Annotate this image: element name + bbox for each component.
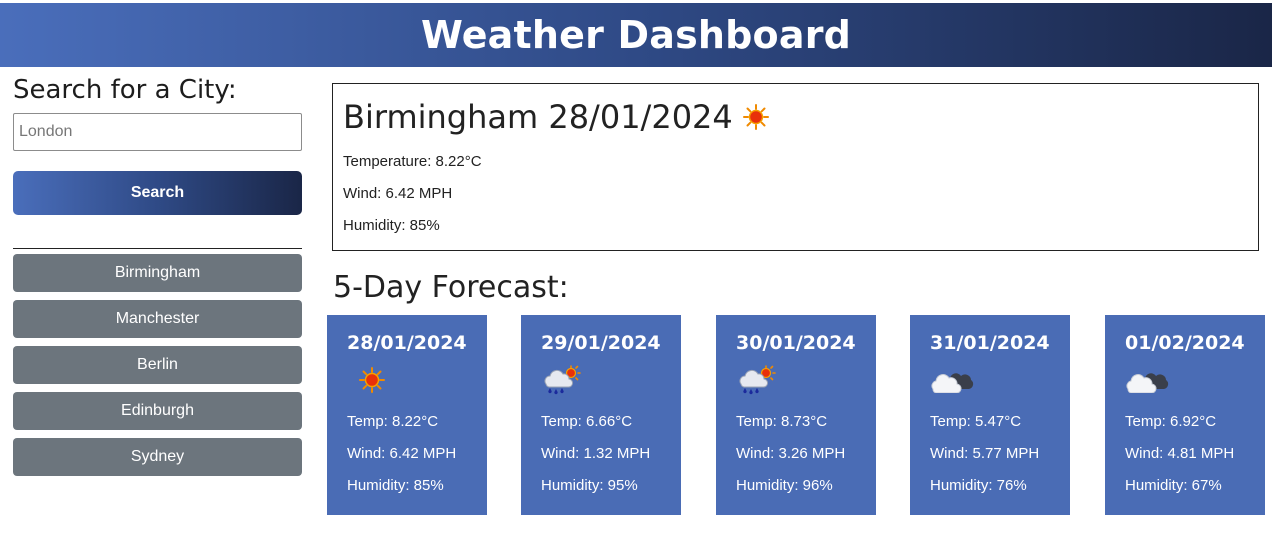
forecast-wind: Wind: 5.77 MPH bbox=[930, 445, 1040, 462]
forecast-cards: 28/01/2024 Temp: 8.22°C Wind: 6.42 MPH H… bbox=[327, 315, 1267, 515]
forecast-date: 01/02/2024 bbox=[1125, 332, 1245, 354]
current-wind: Wind: 6.42 MPH bbox=[343, 185, 453, 202]
rain-sun-icon bbox=[541, 365, 581, 399]
search-heading: Search for a City: bbox=[13, 75, 237, 105]
forecast-humidity: Humidity: 67% bbox=[1125, 477, 1222, 494]
forecast-wind: Wind: 3.26 MPH bbox=[736, 445, 846, 462]
forecast-card: 31/01/2024 Temp: 5.47°C Wind: 5.77 MPH H… bbox=[910, 315, 1070, 515]
forecast-humidity: Humidity: 95% bbox=[541, 477, 638, 494]
cloud-icon bbox=[1125, 367, 1169, 397]
sidebar-divider bbox=[13, 248, 302, 249]
forecast-temp: Temp: 8.73°C bbox=[736, 413, 828, 430]
history-button-edinburgh[interactable]: Edinburgh bbox=[13, 392, 302, 430]
forecast-temp: Temp: 5.47°C bbox=[930, 413, 1022, 430]
forecast-date: 29/01/2024 bbox=[541, 332, 661, 354]
history-button-manchester[interactable]: Manchester bbox=[13, 300, 302, 338]
forecast-temp: Temp: 6.92°C bbox=[1125, 413, 1217, 430]
forecast-humidity: Humidity: 76% bbox=[930, 477, 1027, 494]
forecast-card: 28/01/2024 Temp: 8.22°C Wind: 6.42 MPH H… bbox=[327, 315, 487, 515]
forecast-wind: Wind: 4.81 MPH bbox=[1125, 445, 1235, 462]
forecast-card: 30/01/2024 Temp: 8.73°C Wind: 3.26 MPH H… bbox=[716, 315, 876, 515]
forecast-wind: Wind: 6.42 MPH bbox=[347, 445, 457, 462]
sidebar: Search for a City: Search Birmingham Man… bbox=[13, 70, 302, 484]
sun-icon bbox=[742, 104, 769, 130]
page-title: Weather Dashboard bbox=[420, 13, 852, 57]
forecast-humidity: Humidity: 96% bbox=[736, 477, 833, 494]
forecast-card: 01/02/2024 Temp: 6.92°C Wind: 4.81 MPH H… bbox=[1105, 315, 1265, 515]
page-header: Weather Dashboard bbox=[0, 3, 1272, 67]
current-city-date: Birmingham 28/01/2024 bbox=[343, 98, 733, 136]
current-temperature: Temperature: 8.22°C bbox=[343, 153, 482, 170]
search-history: Birmingham Manchester Berlin Edinburgh S… bbox=[13, 254, 302, 476]
current-weather-panel: Birmingham 28/01/2024 Temperature: 8.22°… bbox=[332, 83, 1259, 251]
forecast-temp: Temp: 6.66°C bbox=[541, 413, 633, 430]
current-weather-heading: Birmingham 28/01/2024 bbox=[343, 97, 1248, 137]
city-search-input[interactable] bbox=[13, 113, 302, 151]
forecast-humidity: Humidity: 85% bbox=[347, 477, 444, 494]
forecast-heading: 5-Day Forecast: bbox=[333, 270, 569, 305]
current-humidity: Humidity: 85% bbox=[343, 217, 440, 234]
forecast-date: 31/01/2024 bbox=[930, 332, 1050, 354]
cloud-icon bbox=[930, 367, 974, 397]
forecast-date: 30/01/2024 bbox=[736, 332, 856, 354]
sun-icon bbox=[359, 367, 385, 397]
forecast-temp: Temp: 8.22°C bbox=[347, 413, 439, 430]
search-button[interactable]: Search bbox=[13, 171, 302, 215]
rain-sun-icon bbox=[736, 365, 776, 399]
history-button-birmingham[interactable]: Birmingham bbox=[13, 254, 302, 292]
history-button-berlin[interactable]: Berlin bbox=[13, 346, 302, 384]
forecast-card: 29/01/2024 Temp: 6.66°C Wind: 1.32 MPH H… bbox=[521, 315, 681, 515]
forecast-wind: Wind: 1.32 MPH bbox=[541, 445, 651, 462]
forecast-date: 28/01/2024 bbox=[347, 332, 467, 354]
history-button-sydney[interactable]: Sydney bbox=[13, 438, 302, 476]
